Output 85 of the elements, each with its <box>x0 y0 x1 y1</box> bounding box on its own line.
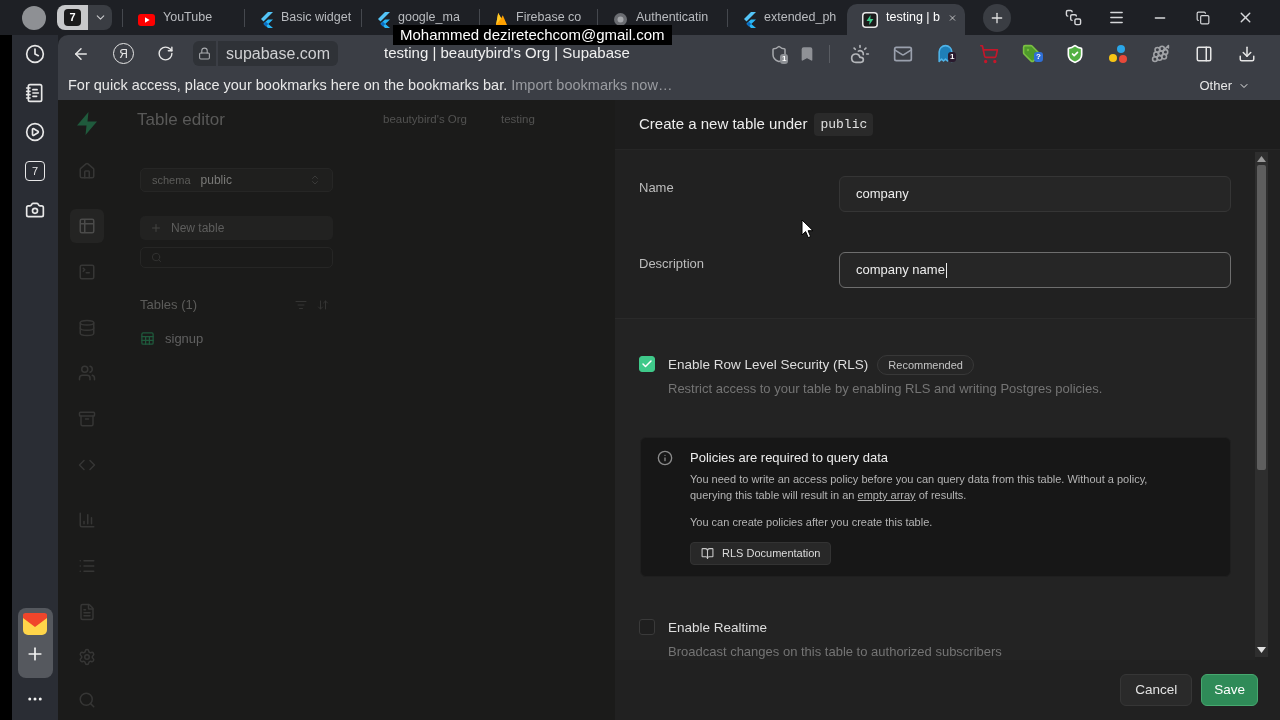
chevrons-icon <box>309 174 321 186</box>
checkbox[interactable] <box>639 356 655 372</box>
option-description: Restrict access to your table by enabling RLS and writing Postgres policies. <box>668 380 1103 399</box>
calendar-button[interactable]: 7 <box>25 161 45 181</box>
bolt-logo-icon <box>862 11 878 28</box>
tooltip: Mohammed deziretechcom@gmail.com <box>393 25 672 45</box>
chevron-logo-icon <box>743 11 756 28</box>
sidebar-panel-icon[interactable] <box>1194 44 1213 63</box>
archive-icon <box>77 409 96 428</box>
bookmark-icon[interactable] <box>799 45 815 62</box>
play-icon[interactable] <box>25 122 45 142</box>
database-icon <box>77 318 96 337</box>
reload-icon[interactable] <box>157 45 174 62</box>
scrollbar-track[interactable] <box>1255 152 1268 657</box>
text-caret <box>945 262 947 278</box>
profile-avatar[interactable] <box>22 5 46 30</box>
new-tab-button[interactable] <box>983 3 1011 32</box>
search-icon <box>77 691 96 710</box>
globe-icon <box>613 12 628 27</box>
camera-icon[interactable] <box>25 200 45 220</box>
chevron-logo-icon <box>377 11 390 28</box>
play-logo-icon <box>138 13 155 26</box>
lock-icon <box>198 47 211 60</box>
option-label: Enable Realtime <box>668 618 768 637</box>
badge-count: 1 <box>780 53 789 64</box>
users-icon <box>77 364 96 383</box>
shield-icon[interactable] <box>770 44 788 63</box>
option-description: Broadcast changes on this table to authorized subscribers <box>668 643 1002 660</box>
schema-label: schema <box>152 172 191 188</box>
import-bookmarks-link[interactable]: Import bookmarks now… <box>511 75 673 97</box>
checkbox[interactable] <box>639 618 655 635</box>
scroll-up-arrow-icon[interactable] <box>1257 156 1266 162</box>
browser-tab[interactable]: extended_ph <box>728 4 847 35</box>
alert-text: You need to write an access policy before you can query data from this table. Without a policy, querying this table will result in an empty array of results. <box>690 471 1149 503</box>
bookmarks-hint: For quick access, place your bookmarks here on the bookmarks bar. <box>68 76 508 96</box>
table-icon <box>77 217 96 236</box>
bar-chart-icon <box>77 511 96 530</box>
notes-icon[interactable] <box>25 83 45 103</box>
browser-tab[interactable]: YouTube <box>123 4 245 35</box>
schema-selector[interactable]: schema public <box>140 168 333 192</box>
grid-icon <box>140 331 155 346</box>
weather-icon[interactable] <box>849 43 870 64</box>
cancel-button[interactable]: Cancel <box>1120 674 1193 706</box>
badge-count: ? <box>1034 52 1043 62</box>
save-button[interactable]: Save <box>1201 674 1258 706</box>
alert-title: Policies are required to query data <box>690 448 888 467</box>
panel-title: Create a new table under <box>639 114 808 135</box>
settings-icon <box>77 648 96 667</box>
scrollbar-thumb[interactable] <box>1257 165 1266 470</box>
option-label: Enable Row Level Security (RLS) <box>668 356 869 374</box>
restore-icon[interactable] <box>1195 10 1210 25</box>
chevron-logo-icon <box>260 11 273 28</box>
menu-icon[interactable] <box>1108 9 1125 26</box>
rls-documentation-button[interactable]: RLS Documentation <box>690 541 832 565</box>
download-icon[interactable] <box>1237 44 1256 63</box>
grapes-icon[interactable] <box>1151 44 1170 63</box>
page-title: testing | beautybird's Org | Supabase <box>384 43 630 64</box>
text-input[interactable]: company <box>839 176 1231 212</box>
schema-value: public <box>200 172 232 189</box>
tabs-icon[interactable] <box>1065 9 1082 26</box>
field-label: Description <box>639 255 706 273</box>
mouse-pointer-icon <box>801 219 815 239</box>
text-input[interactable]: company name <box>839 252 1231 288</box>
home-icon <box>77 161 96 180</box>
book-icon <box>701 546 714 560</box>
envelope-app-icon[interactable] <box>23 613 47 635</box>
tables-heading: Tables (1) <box>140 296 198 314</box>
schema-code: public <box>814 112 874 137</box>
checkmark-icon <box>641 358 653 370</box>
clock-icon[interactable] <box>25 44 45 64</box>
alert-note: You can create policies after you create this table. <box>690 514 933 530</box>
other-bookmarks-button[interactable]: Other <box>1199 76 1250 96</box>
browser-tab[interactable]: testing | b <box>847 4 965 35</box>
info-icon <box>657 449 673 466</box>
scroll-down-arrow-icon[interactable] <box>1257 647 1266 653</box>
empty-array-link[interactable]: empty array <box>857 488 916 501</box>
badge-count: 1 <box>948 52 957 62</box>
recommended-tag: Recommended <box>877 355 974 376</box>
dots-icon[interactable] <box>1107 43 1128 64</box>
plus-icon <box>150 222 162 234</box>
terminal-icon <box>77 262 96 281</box>
document-icon <box>77 602 96 621</box>
field-label: Name <box>639 179 675 197</box>
page-heading: Table editor <box>137 109 226 132</box>
list-icon <box>77 557 96 575</box>
